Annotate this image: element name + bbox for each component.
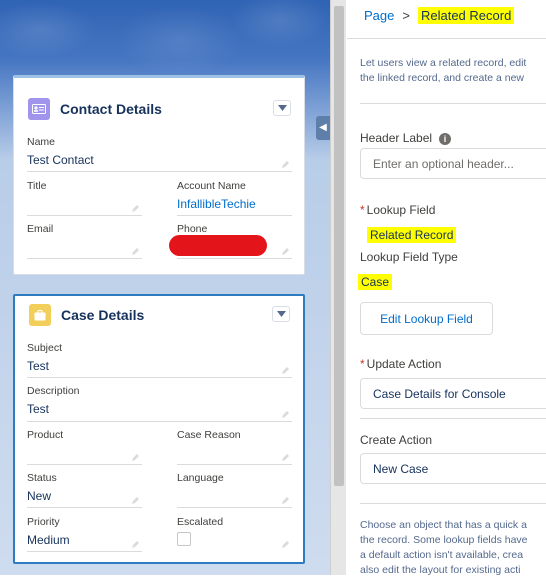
case-priority-field: Priority Medium <box>27 516 142 552</box>
chevron-left-icon: ◀ <box>319 122 327 133</box>
field-label: Language <box>177 472 224 484</box>
lookup-field-type-value: Case <box>358 274 393 290</box>
create-action-label: Create Action <box>360 433 433 447</box>
lookup-field-type-label: Lookup Field Type <box>360 250 458 264</box>
pencil-icon[interactable] <box>281 410 290 419</box>
pencil-icon[interactable] <box>131 496 140 505</box>
help-text-line: a default action isn't available, crea <box>360 549 524 561</box>
pencil-icon[interactable] <box>281 160 290 169</box>
field-value <box>27 446 142 462</box>
component-description: Let users view a related record, edit th… <box>360 56 546 86</box>
field-label: Description <box>27 385 80 397</box>
help-text-line: the record. Some lookup fields have <box>360 534 528 546</box>
field-label: Status <box>27 472 57 484</box>
field-label: Account Name <box>177 180 246 192</box>
field-label: Priority <box>27 516 60 528</box>
canvas-scrollbar[interactable] <box>330 0 346 575</box>
chevron-down-icon <box>277 105 287 111</box>
description-line: the linked record, and create a new <box>360 72 525 84</box>
required-marker: * <box>360 357 365 371</box>
info-icon[interactable]: i <box>439 132 452 145</box>
case-card-icon <box>29 304 51 326</box>
breadcrumb-separator: > <box>402 8 410 23</box>
case-product-field: Product <box>27 429 142 465</box>
contact-card-icon <box>28 98 50 120</box>
pencil-icon[interactable] <box>131 540 140 549</box>
field-value <box>177 489 292 505</box>
contact-title-field: Title <box>27 180 142 216</box>
pencil-icon[interactable] <box>281 540 290 549</box>
field-value: New <box>27 489 52 503</box>
contact-details-card[interactable]: Contact Details Name Test Contact Title … <box>13 75 305 275</box>
contact-card-menu-button[interactable] <box>273 100 291 116</box>
field-value: Test Contact <box>27 153 94 167</box>
case-reason-field: Case Reason <box>177 429 292 465</box>
case-card-title: Case Details <box>61 307 145 323</box>
case-description-field: Description Test <box>27 385 292 422</box>
field-label: Name <box>27 136 56 148</box>
pencil-icon[interactable] <box>281 366 290 375</box>
pencil-icon[interactable] <box>131 453 140 462</box>
field-label: Email <box>27 223 54 235</box>
breadcrumb-current: Related Record <box>417 7 515 24</box>
description-line: Let users view a related record, edit <box>360 57 527 69</box>
help-text: Choose an object that has a quick a the … <box>360 518 546 578</box>
page-canvas: Contact Details Name Test Contact Title … <box>0 0 330 575</box>
contact-name-field: Name Test Contact <box>27 136 292 172</box>
field-label: Subject <box>27 342 63 354</box>
contact-card-header: Contact Details <box>28 98 162 120</box>
case-language-field: Language <box>177 472 292 508</box>
field-label: Escalated <box>177 516 224 528</box>
field-value <box>27 240 142 256</box>
update-action-select[interactable]: Case Details for Console <box>360 378 546 409</box>
breadcrumb-page-link[interactable]: Page <box>364 8 394 23</box>
label-text: Update Action <box>366 357 442 371</box>
pencil-icon[interactable] <box>281 247 290 256</box>
pencil-icon[interactable] <box>131 204 140 213</box>
breadcrumb: Page > Related Record <box>364 7 515 24</box>
case-details-card[interactable]: Case Details Subject Test Description Te… <box>13 294 305 564</box>
field-value <box>177 446 292 462</box>
edit-lookup-field-button[interactable]: Edit Lookup Field <box>360 302 493 335</box>
pencil-icon[interactable] <box>281 496 290 505</box>
pencil-icon[interactable] <box>131 247 140 256</box>
case-subject-field: Subject Test <box>27 342 292 378</box>
field-label: Title <box>27 180 47 192</box>
case-card-menu-button[interactable] <box>272 306 290 322</box>
case-escalated-field: Escalated <box>177 516 292 552</box>
field-label: Case Reason <box>177 429 241 441</box>
create-action-select[interactable]: New Case <box>360 453 546 484</box>
required-marker: * <box>360 203 365 217</box>
field-label: Product <box>27 429 64 441</box>
escalated-checkbox[interactable] <box>177 532 191 546</box>
contact-account-name-field: Account Name InfallibleTechie <box>177 180 292 216</box>
field-value: Medium <box>27 533 70 547</box>
contact-email-field: Email <box>27 223 142 259</box>
contact-card-title: Contact Details <box>60 101 162 117</box>
field-label: Phone <box>177 223 208 235</box>
redaction-mark <box>169 235 267 256</box>
label-text: Lookup Field <box>366 203 436 217</box>
panel-collapse-tab[interactable]: ◀ <box>316 116 330 140</box>
help-text-line: Choose an object that has a quick a <box>360 519 527 531</box>
update-action-label: * Update Action <box>360 357 441 371</box>
scrollbar-thumb[interactable] <box>334 6 344 486</box>
label-text: Header Label <box>360 131 433 145</box>
properties-panel: Page > Related Record Let users view a r… <box>347 0 546 578</box>
help-text-line: also edit the layout for existing acti <box>360 564 521 576</box>
field-value <box>27 197 142 213</box>
header-label-input[interactable]: Enter an optional header... <box>360 148 546 179</box>
account-name-link[interactable]: InfallibleTechie <box>177 197 292 213</box>
chevron-down-icon <box>276 311 286 317</box>
case-card-header: Case Details <box>29 304 144 326</box>
header-label-label: Header Label i <box>360 131 452 145</box>
case-status-field: Status New <box>27 472 142 508</box>
lookup-field-label: * Lookup Field <box>360 203 435 217</box>
lookup-field-value: Related Record <box>367 227 457 243</box>
pencil-icon[interactable] <box>281 453 290 462</box>
field-value: Test <box>27 359 50 373</box>
field-value: Test <box>27 402 50 416</box>
